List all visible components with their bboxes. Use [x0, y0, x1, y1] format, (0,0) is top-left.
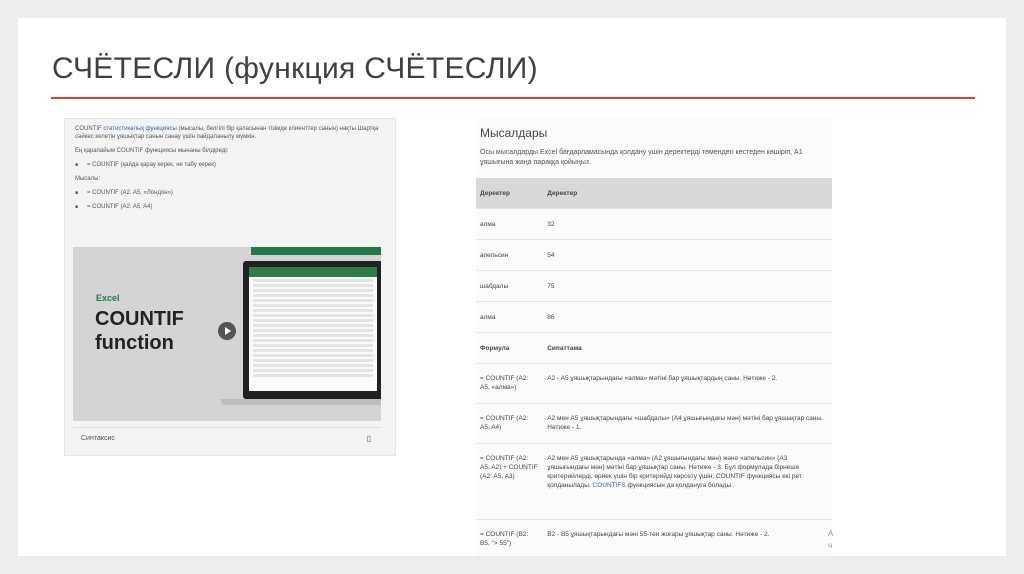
table-row: = COUNTIF (A2: A5, A2) + COUNTIF (A2: A5… — [476, 443, 832, 520]
description-cell: B2 - B5 ұяшықтарындағы мәні 55-тен жоғар… — [543, 519, 832, 556]
left-screenshot: COUNTIF статистикалық функциясы (мысалы,… — [64, 118, 396, 456]
title-divider — [51, 97, 975, 99]
examples-label: Мысалы: — [75, 176, 101, 182]
description-cell: A2 мен A5 ұяшықтарында «алма» (A2 ұяшығы… — [543, 443, 832, 520]
right-screenshot: Мысалдары Осы мысалдарды Excel бағдарлам… — [476, 118, 832, 556]
spreadsheet-header — [249, 267, 377, 277]
spreadsheet-row — [253, 369, 373, 372]
table-row: алма 86 — [476, 301, 832, 333]
description-text: функциясын да қолдануға болады . — [625, 482, 735, 489]
spreadsheet-row — [253, 364, 373, 367]
formula-cell: = COUNTIF (A2: A5, A2) + COUNTIF (A2: A5… — [476, 443, 544, 520]
spreadsheet-row — [253, 279, 373, 282]
spreadsheet-row — [253, 304, 373, 307]
table-header-row: Деректер Деректер — [476, 178, 832, 209]
statistical-function-link[interactable]: статистикалық функциясы — [103, 126, 176, 132]
video-title-line1: COUNTIF — [95, 308, 184, 330]
examples-heading: Мысалдары — [480, 126, 548, 140]
laptop-illustration — [243, 261, 381, 399]
description-header: Сипаттама — [543, 332, 832, 364]
table-row: = COUNTIF (A2: A5, «алма») A2 - A5 ұяшық… — [476, 363, 832, 404]
play-icon[interactable] — [218, 322, 236, 340]
formula-header: Формула — [476, 332, 544, 364]
table-row: = COUNTIF (B2: B5, "> 55") B2 - B5 ұяшық… — [476, 519, 832, 556]
table-cell: апельсин — [476, 239, 544, 271]
spreadsheet-row — [253, 324, 373, 327]
table-cell: алма — [476, 301, 544, 333]
simple-usage-text: Ең қарапайым COUNTIF функциясы мынаны бі… — [75, 148, 229, 154]
table-cell: 75 — [543, 270, 832, 302]
spreadsheet-row — [253, 309, 373, 312]
expand-icon[interactable]: ▯ — [367, 434, 371, 443]
examples-table: Деректер Деректер алма 32 апельсин 54 ша… — [476, 178, 832, 556]
column-header: Деректер — [476, 178, 544, 209]
slide-title: СЧЁТЕСЛИ (функция СЧЁТЕСЛИ) — [52, 52, 538, 85]
video-title-line2: function — [95, 332, 174, 354]
truncated-edge-text: А ч — [828, 529, 834, 550]
example-bullet-2: = COUNTIF (A2: A5, A4) — [75, 203, 385, 211]
spreadsheet-row — [253, 314, 373, 317]
spreadsheet-row — [253, 284, 373, 287]
table-cell: 32 — [543, 208, 832, 240]
syntax-label: Синтаксис — [81, 435, 115, 442]
column-header: Деректер — [543, 178, 832, 209]
video-player[interactable]: Excel COUNTIF function — [73, 247, 381, 421]
spreadsheet-row — [253, 354, 373, 357]
syntax-bullet: = COUNTIF (қайда қарау керек, не табу ке… — [75, 161, 385, 169]
examples-description: Осы мысалдарды Excel бағдарламасында қол… — [480, 149, 803, 166]
spreadsheet-row — [253, 334, 373, 337]
spreadsheet-row — [253, 294, 373, 297]
table-row: = COUNTIF (A2: A5, A4) A2 мен A5 ұяшықта… — [476, 403, 832, 444]
spreadsheet-row — [253, 289, 373, 292]
video-accent-stripe — [251, 247, 381, 255]
table-row: апельсин 54 — [476, 239, 832, 271]
formula-cell: = COUNTIF (A2: A5, «алма») — [476, 363, 544, 404]
spreadsheet-row — [253, 319, 373, 322]
table-cell: 86 — [543, 301, 832, 333]
example-bullet-1: = COUNTIF (A2: A5, «Лондон») — [75, 189, 385, 197]
spreadsheet-row — [253, 344, 373, 347]
description-cell: A2 мен A5 ұяшықтарындағы «шабдалы» (A4 ұ… — [543, 403, 832, 444]
spreadsheet-row — [253, 359, 373, 362]
laptop-screen — [249, 267, 377, 391]
formula-header-row: Формула Сипаттама — [476, 332, 832, 364]
countifs-link[interactable]: COUNTIFS — [593, 482, 626, 489]
intro-paragraph: COUNTIF статистикалық функциясы (мысалы,… — [75, 125, 385, 141]
spreadsheet-row — [253, 374, 373, 377]
syntax-expander[interactable]: Синтаксис ▯ — [73, 427, 381, 450]
formula-cell: = COUNTIF (B2: B5, "> 55") — [476, 519, 544, 556]
table-cell: 54 — [543, 239, 832, 271]
table-row: алма 32 — [476, 208, 832, 240]
video-excel-label: Excel — [96, 293, 120, 303]
intro-text-a: COUNTIF — [75, 126, 104, 132]
formula-cell: = COUNTIF (A2: A5, A4) — [476, 403, 544, 444]
spreadsheet-row — [253, 339, 373, 342]
video-title: COUNTIF function — [95, 307, 184, 355]
left-text-block: COUNTIF статистикалық функциясы (мысалы,… — [75, 125, 385, 217]
table-cell: шабдалы — [476, 270, 544, 302]
description-cell: A2 - A5 ұяшықтарындағы «алма» мәтіні бар… — [543, 363, 832, 404]
laptop-base — [221, 399, 381, 405]
table-row: шабдалы 75 — [476, 270, 832, 302]
table-cell: алма — [476, 208, 544, 240]
spreadsheet-row — [253, 329, 373, 332]
spreadsheet-row — [253, 349, 373, 352]
spreadsheet-row — [253, 299, 373, 302]
